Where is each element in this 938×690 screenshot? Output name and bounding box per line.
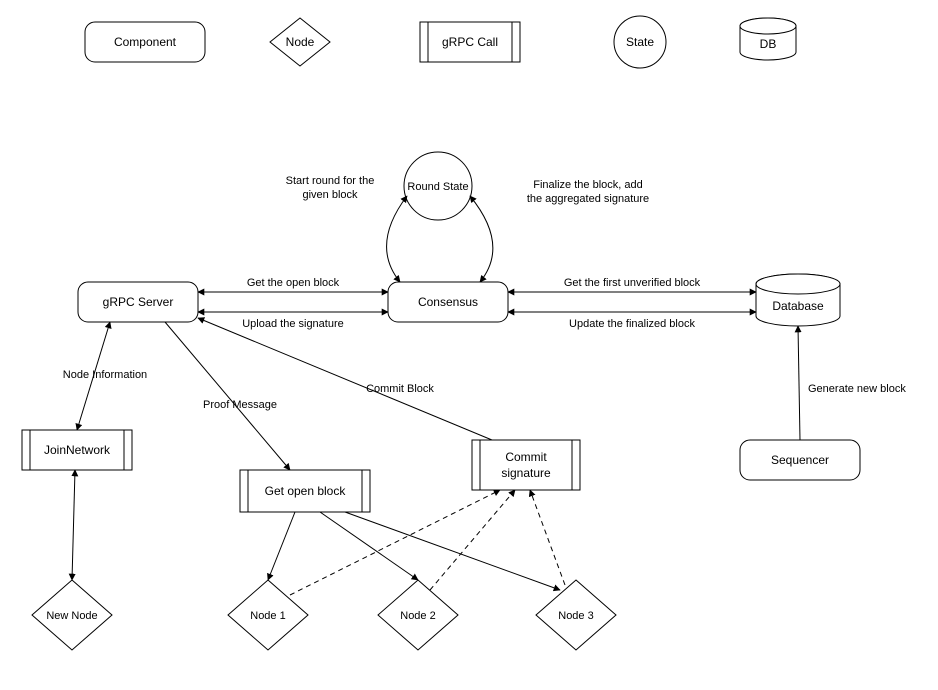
node1-label: Node 1 (250, 610, 285, 622)
edge-getopen-node3 (345, 512, 560, 590)
commit-signature-label-2: signature (501, 466, 551, 480)
database-node: Database (756, 274, 840, 326)
join-network-node: JoinNetwork (22, 430, 132, 470)
new-node-label: New Node (46, 610, 97, 622)
edge-get-open-block-label: Get the open block (247, 277, 340, 289)
legend-state: State (614, 16, 666, 68)
sequencer-node: Sequencer (740, 440, 860, 480)
edge-generate-new-block (798, 326, 800, 440)
edge-get-first-unverified-label: Get the first unverified block (564, 277, 701, 289)
edge-finalize (470, 196, 493, 282)
legend-db-label: DB (760, 37, 777, 51)
commit-signature-label-1: Commit (505, 450, 547, 464)
edge-upload-signature-label: Upload the signature (242, 318, 344, 330)
architecture-diagram: Component Node gRPC Call State DB Round … (0, 0, 938, 690)
legend-component-label: Component (114, 35, 177, 49)
legend-db: DB (740, 18, 796, 60)
edge-generate-new-block-label: Generate new block (808, 383, 906, 395)
edge-getopen-node2 (320, 512, 418, 580)
join-network-label: JoinNetwork (44, 443, 111, 457)
legend-grpc-label: gRPC Call (442, 35, 498, 49)
edge-commit-block-label: Commit Block (366, 383, 434, 395)
node3-label: Node 3 (558, 610, 593, 622)
edge-finalize-label-2: the aggregated signature (527, 193, 649, 205)
database-label: Database (772, 299, 824, 313)
node2-node: Node 2 (378, 580, 458, 650)
edge-update-finalized-label: Update the finalized block (569, 318, 695, 330)
edge-start-round-label-1: Start round for the (286, 175, 375, 187)
commit-signature-node: Commit signature (472, 440, 580, 490)
edge-start-round-label-2: given block (302, 189, 358, 201)
edge-node-information-label: Node Information (63, 369, 147, 381)
node2-label: Node 2 (400, 610, 435, 622)
round-state-node: Round State (404, 152, 472, 220)
legend-component: Component (85, 22, 205, 62)
edge-getopen-node1 (268, 512, 295, 580)
consensus-node: Consensus (388, 282, 508, 322)
edge-finalize-label-1: Finalize the block, add (533, 179, 642, 191)
node3-node: Node 3 (536, 580, 616, 650)
new-node-node: New Node (32, 580, 112, 650)
get-open-block-label: Get open block (265, 484, 347, 498)
edge-joinnetwork-newnode (72, 470, 75, 580)
sequencer-label: Sequencer (771, 453, 829, 467)
edge-commit-block (198, 318, 492, 440)
legend-state-label: State (626, 35, 654, 49)
grpc-server-label: gRPC Server (103, 295, 174, 309)
edge-proof-message (165, 322, 290, 470)
legend-grpc: gRPC Call (420, 22, 520, 62)
edge-start-round (387, 196, 407, 282)
consensus-label: Consensus (418, 295, 478, 309)
legend-node-label: Node (286, 35, 315, 49)
edge-node2-commit (430, 490, 515, 590)
get-open-block-node: Get open block (240, 470, 370, 512)
edge-node3-commit (530, 490, 565, 585)
edge-proof-message-label: Proof Message (203, 399, 277, 411)
round-state-label: Round State (407, 181, 468, 193)
grpc-server-node: gRPC Server (78, 282, 198, 322)
node1-node: Node 1 (228, 580, 308, 650)
legend-node: Node (270, 18, 330, 66)
